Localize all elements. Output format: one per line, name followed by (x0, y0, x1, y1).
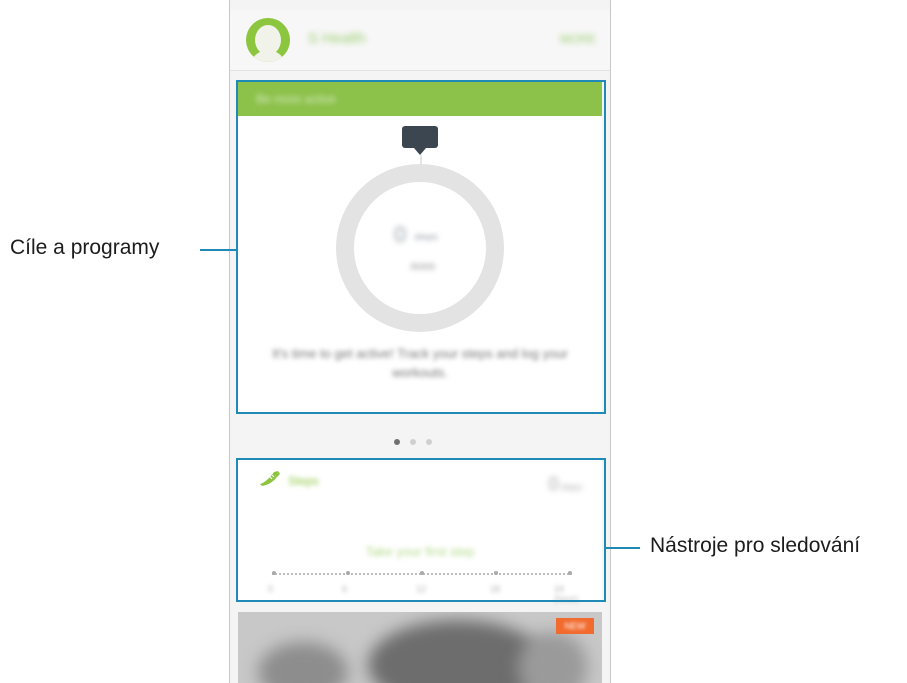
goals-callout-line (200, 249, 236, 251)
promo-badge-text: NEW (564, 621, 586, 631)
page-dot-active[interactable] (394, 439, 400, 445)
promo-image-part (258, 642, 348, 683)
page-dot[interactable] (426, 439, 432, 445)
tracker-callout-label: Nástroje pro sledování (650, 534, 861, 557)
promo-card[interactable]: NEW (238, 612, 602, 683)
tracker-callout-frame (236, 458, 606, 602)
tracker-callout-line (606, 547, 640, 549)
goals-callout-frame (236, 80, 606, 414)
app-title: S Health (308, 30, 366, 47)
avatar-body (250, 50, 286, 62)
profile-avatar[interactable] (246, 18, 290, 62)
more-button[interactable]: MORE (560, 32, 596, 46)
page-indicator[interactable] (394, 432, 442, 450)
promo-badge: NEW (556, 618, 594, 634)
page-dot[interactable] (410, 439, 416, 445)
goals-callout-label: Cíle a programy (10, 236, 160, 259)
app-top-bar: S Health MORE (230, 10, 610, 71)
